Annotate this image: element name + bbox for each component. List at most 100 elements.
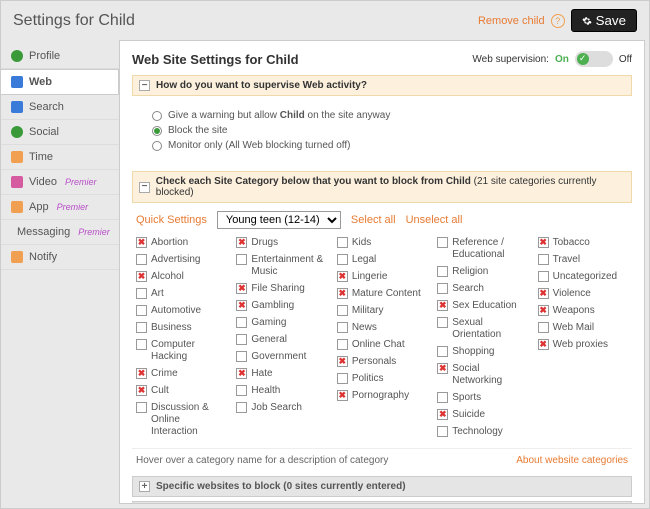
category-label: Lingerie <box>352 271 388 283</box>
checkbox-icon <box>437 283 448 294</box>
help-icon[interactable]: ? <box>551 14 565 28</box>
section-block-specific[interactable]: + Specific websites to block (0 sites cu… <box>132 476 632 497</box>
category-item[interactable]: Sexual Orientation <box>437 317 527 341</box>
select-all-link[interactable]: Select all <box>351 214 396 226</box>
category-item[interactable]: Health <box>236 385 326 397</box>
category-item[interactable]: News <box>337 322 427 334</box>
category-item[interactable]: ✖Personals <box>337 356 427 368</box>
premier-badge: Premier <box>65 177 97 187</box>
category-label: Web Mail <box>553 322 595 334</box>
category-label: Politics <box>352 373 384 385</box>
web-icon <box>11 76 23 88</box>
category-label: Art <box>151 288 164 300</box>
category-item[interactable]: Reference / Educational <box>437 237 527 261</box>
category-item[interactable]: ✖Web proxies <box>538 339 628 351</box>
sidebar-item-profile[interactable]: Profile <box>1 44 119 69</box>
category-item[interactable]: Entertainment & Music <box>236 254 326 278</box>
radio-monitor[interactable]: Monitor only (All Web blocking turned of… <box>152 140 612 151</box>
category-item[interactable]: Art <box>136 288 226 300</box>
sidebar-item-social[interactable]: Social <box>1 120 119 145</box>
category-label: Government <box>251 351 306 363</box>
category-item[interactable]: ✖ Lingerie <box>337 271 427 283</box>
category-item[interactable]: Religion <box>437 266 527 278</box>
sidebar-item-web[interactable]: Web <box>1 69 119 95</box>
category-item[interactable]: Advertising <box>136 254 226 266</box>
category-item[interactable]: Search <box>437 283 527 295</box>
section-categories-head[interactable]: − Check each Site Category below that yo… <box>132 171 632 203</box>
category-label: Job Search <box>251 402 302 414</box>
sidebar-item-messaging[interactable]: MessagingPremier <box>1 220 119 245</box>
section-supervise-head[interactable]: − How do you want to supervise Web activ… <box>132 75 632 96</box>
remove-child-link[interactable]: Remove child <box>478 15 545 27</box>
checkbox-checked-icon: ✖ <box>337 271 348 282</box>
category-item[interactable]: Shopping <box>437 346 527 358</box>
unselect-all-link[interactable]: Unselect all <box>406 214 463 226</box>
cat-col-2: ✖Drugs Entertainment & Music ✖File Sharing… <box>236 237 326 438</box>
category-item[interactable]: Business <box>136 322 226 334</box>
section-allow-specific[interactable]: + Specific websites to allow (3 sites cu… <box>132 501 632 504</box>
category-item[interactable]: Job Search <box>236 402 326 414</box>
category-item[interactable]: Legal <box>337 254 427 266</box>
category-label: Travel <box>553 254 580 266</box>
category-item[interactable]: ✖Alcohol <box>136 271 226 283</box>
checkbox-icon <box>236 254 247 265</box>
checkbox-icon <box>136 339 147 350</box>
category-item[interactable]: Uncategorized <box>538 271 628 283</box>
sidebar-item-search[interactable]: Search <box>1 95 119 120</box>
category-item[interactable]: ✖Weapons <box>538 305 628 317</box>
category-item[interactable]: Online Chat <box>337 339 427 351</box>
category-item[interactable]: Kids <box>337 237 427 249</box>
category-item[interactable]: ✖File Sharing <box>236 283 326 295</box>
category-item[interactable]: ✖Suicide <box>437 409 527 421</box>
category-item[interactable]: ✖Mature Content <box>337 288 427 300</box>
category-grid: ✖AbortionAdvertising✖AlcoholArtAutomotiv… <box>132 237 632 448</box>
checkbox-icon <box>236 385 247 396</box>
about-categories-link[interactable]: About website categories <box>516 455 628 466</box>
checkbox-icon <box>136 305 147 316</box>
category-item[interactable]: Discussion & Online Interaction <box>136 402 226 438</box>
checkbox-icon <box>337 322 348 333</box>
category-item[interactable]: Computer Hacking <box>136 339 226 363</box>
checkbox-icon <box>337 305 348 316</box>
sidebar-item-time[interactable]: Time <box>1 145 119 170</box>
category-item[interactable]: ✖Sex Education <box>437 300 527 312</box>
category-item[interactable]: ✖Hate <box>236 368 326 380</box>
category-item[interactable]: Sports <box>437 392 527 404</box>
category-item[interactable]: Web Mail <box>538 322 628 334</box>
save-button-top[interactable]: Save <box>571 9 637 32</box>
category-item[interactable]: ✖Abortion <box>136 237 226 249</box>
supervision-off: Off <box>619 54 632 65</box>
category-item[interactable]: Politics <box>337 373 427 385</box>
sidebar-item-video[interactable]: VideoPremier <box>1 170 119 195</box>
category-item[interactable]: ✖Crime <box>136 368 226 380</box>
category-item[interactable]: General <box>236 334 326 346</box>
category-item[interactable]: Military <box>337 305 427 317</box>
notify-icon <box>11 251 23 263</box>
category-item[interactable]: ✖Social Networking <box>437 363 527 387</box>
category-item[interactable]: ✖Drugs <box>236 237 326 249</box>
category-item[interactable]: Travel <box>538 254 628 266</box>
category-item[interactable]: Automotive <box>136 305 226 317</box>
category-item[interactable]: Technology <box>437 426 527 438</box>
category-label: Shopping <box>452 346 494 358</box>
category-item[interactable]: ✖Cult <box>136 385 226 397</box>
category-item[interactable]: ✖Violence <box>538 288 628 300</box>
category-item[interactable]: Gaming <box>236 317 326 329</box>
category-item[interactable]: ✖Gambling <box>236 300 326 312</box>
category-label: Sexual Orientation <box>452 317 527 341</box>
category-label: Crime <box>151 368 178 380</box>
sidebar-item-notify[interactable]: Notify <box>1 245 119 270</box>
category-label: Reference / Educational <box>452 237 527 261</box>
radio-block[interactable]: Block the site <box>152 125 612 136</box>
category-label: Abortion <box>151 237 188 249</box>
category-item[interactable]: Government <box>236 351 326 363</box>
radio-warn[interactable]: Give a warning but allow Child on the si… <box>152 110 612 121</box>
category-item[interactable]: ✖Tobacco <box>538 237 628 249</box>
category-item[interactable]: ✖Pornography <box>337 390 427 402</box>
category-label: Military <box>352 305 384 317</box>
checkbox-icon <box>437 317 448 328</box>
supervision-toggle[interactable]: ✓ <box>575 51 613 67</box>
quick-settings-select[interactable]: Young teen (12-14) <box>217 211 341 229</box>
category-label: Business <box>151 322 192 334</box>
sidebar-item-app[interactable]: AppPremier <box>1 195 119 220</box>
